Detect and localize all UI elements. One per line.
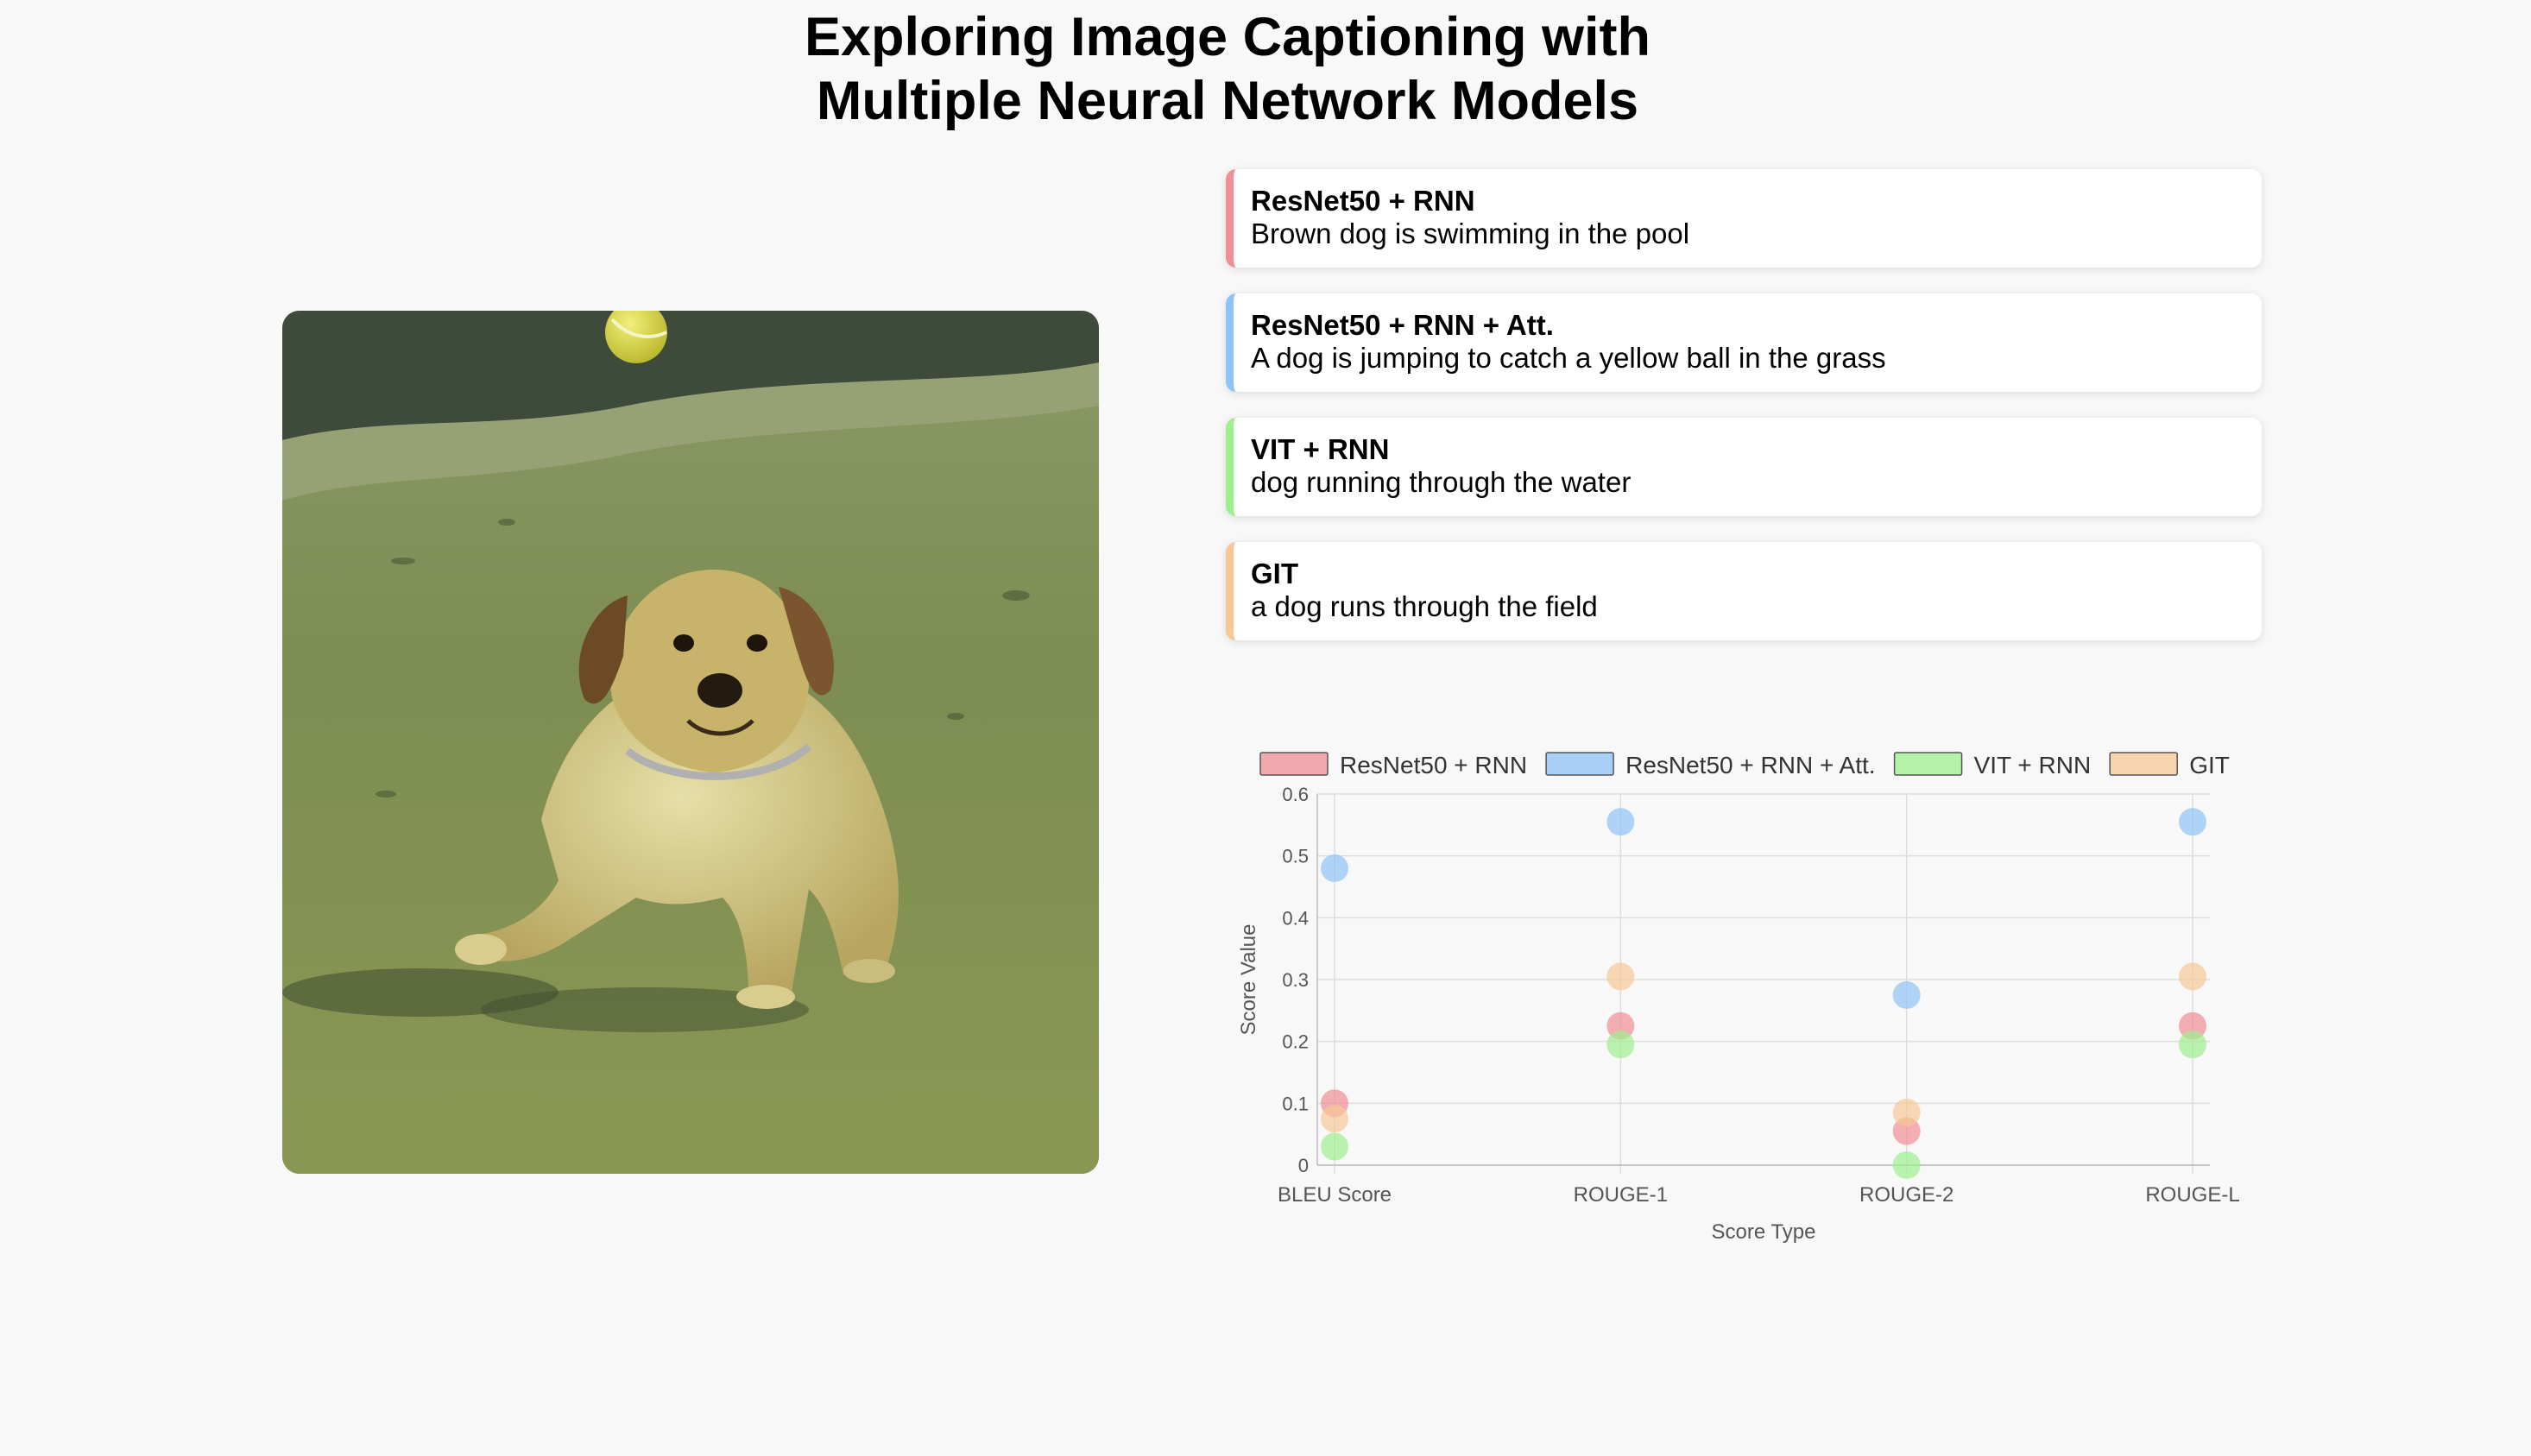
- data-point: [1892, 1099, 1921, 1127]
- legend-label: VIT + RNN: [1974, 752, 2092, 778]
- caption-text: Brown dog is swimming in the pool: [1251, 217, 1690, 249]
- data-point: [1606, 808, 1635, 836]
- legend-swatch: [1545, 752, 1614, 776]
- caption-model-name: GIT: [1251, 558, 1298, 589]
- caption-model-name: VIT + RNN: [1251, 433, 1390, 465]
- y-tick-label: 0.4: [1282, 907, 1309, 929]
- caption-text: dog running through the water: [1251, 466, 1632, 498]
- caption-model-name: ResNet50 + RNN: [1251, 185, 1475, 217]
- data-point: [1321, 854, 1348, 882]
- y-tick-label: 0.6: [1282, 784, 1309, 805]
- legend-swatch: [1259, 752, 1329, 776]
- y-tick-label: 0.1: [1282, 1093, 1309, 1114]
- caption-card-vit-rnn: VIT + RNN dog running through the water: [1226, 418, 2262, 516]
- page-title-line-1: Exploring Image Captioning with: [804, 7, 1651, 67]
- caption-text: A dog is jumping to catch a yellow ball …: [1251, 342, 1886, 374]
- page-title: Exploring Image Captioning with Multiple…: [0, 0, 2455, 133]
- dog-photo-illustration: [282, 311, 1099, 1174]
- data-point: [2179, 808, 2206, 836]
- legend-label: ResNet50 + RNN + Att.: [1625, 752, 1875, 778]
- x-tick-label: BLEU Score: [1278, 1183, 1392, 1207]
- score-chart: ResNet50 + RNN ResNet50 + RNN + Att. VIT +…: [1226, 734, 2279, 1269]
- data-point: [1321, 1132, 1348, 1161]
- data-point: [2179, 962, 2206, 991]
- data-point: [1606, 1031, 1635, 1059]
- x-tick-label: ROUGE-1: [1574, 1183, 1668, 1207]
- x-tick-label: ROUGE-L: [2145, 1183, 2239, 1207]
- data-point: [2179, 1031, 2206, 1059]
- caption-list: ResNet50 + RNN Brown dog is swimming in …: [1226, 169, 2262, 666]
- y-tick-label: 0: [1298, 1155, 1309, 1176]
- y-axis-title: Score Value: [1237, 924, 1260, 1036]
- data-point: [1892, 980, 1921, 1009]
- y-tick-label: 0.5: [1282, 846, 1309, 867]
- score-chart-svg: ResNet50 + RNN ResNet50 + RNN + Att. VIT +…: [1237, 752, 2240, 1244]
- caption-text: a dog runs through the field: [1251, 590, 1598, 622]
- dog-photo: [282, 311, 1099, 1174]
- legend-label: ResNet50 + RNN: [1340, 752, 1527, 778]
- y-tick-label: 0.2: [1282, 1031, 1309, 1053]
- legend-swatch: [1893, 752, 1963, 776]
- page-title-line-2: Multiple Neural Network Models: [816, 71, 1639, 131]
- data-point: [1321, 1105, 1348, 1133]
- caption-card-resnet50-rnn-att: ResNet50 + RNN + Att. A dog is jumping t…: [1226, 293, 2262, 392]
- data-point: [1892, 1151, 1921, 1179]
- x-axis-title: Score Type: [1712, 1220, 1816, 1244]
- x-tick-label: ROUGE-2: [1859, 1183, 1953, 1207]
- caption-card-git: GIT a dog runs through the field: [1226, 542, 2262, 640]
- legend-swatch: [2109, 752, 2178, 776]
- caption-model-name: ResNet50 + RNN + Att.: [1251, 309, 1554, 341]
- data-point: [1606, 962, 1635, 991]
- legend-label: GIT: [2189, 752, 2230, 778]
- y-tick-label: 0.3: [1282, 969, 1309, 991]
- caption-card-resnet50-rnn: ResNet50 + RNN Brown dog is swimming in …: [1226, 169, 2262, 268]
